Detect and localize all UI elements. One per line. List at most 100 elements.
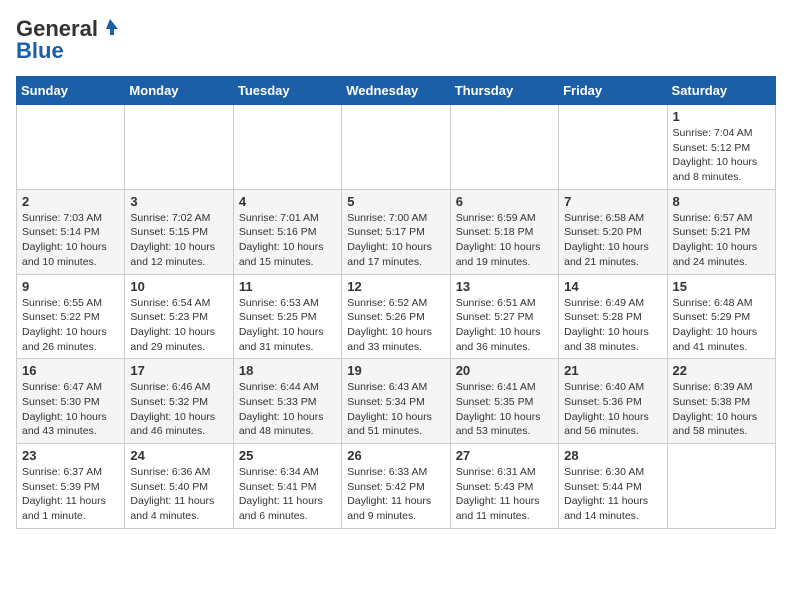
- day-info: Sunrise: 7:00 AM Sunset: 5:17 PM Dayligh…: [347, 211, 444, 270]
- day-info: Sunrise: 6:39 AM Sunset: 5:38 PM Dayligh…: [673, 380, 770, 439]
- day-info: Sunrise: 6:51 AM Sunset: 5:27 PM Dayligh…: [456, 296, 553, 355]
- calendar-header-tuesday: Tuesday: [233, 77, 341, 105]
- day-number: 10: [130, 279, 227, 294]
- calendar-cell: [450, 105, 558, 190]
- calendar-cell: 8Sunrise: 6:57 AM Sunset: 5:21 PM Daylig…: [667, 189, 775, 274]
- day-info: Sunrise: 6:47 AM Sunset: 5:30 PM Dayligh…: [22, 380, 119, 439]
- day-info: Sunrise: 6:53 AM Sunset: 5:25 PM Dayligh…: [239, 296, 336, 355]
- calendar-header-row: SundayMondayTuesdayWednesdayThursdayFrid…: [17, 77, 776, 105]
- calendar-cell: 5 Sunrise: 7:00 AM Sunset: 5:17 PM Daylig…: [342, 189, 450, 274]
- day-number: 5: [347, 194, 444, 209]
- calendar-cell: [233, 105, 341, 190]
- calendar-cell: 6 Sunrise: 6:59 AM Sunset: 5:18 PM Daylig…: [450, 189, 558, 274]
- day-number: 15: [673, 279, 770, 294]
- day-info: Sunrise: 6:58 AM Sunset: 5:20 PM Dayligh…: [564, 211, 661, 270]
- day-number: 28: [564, 448, 661, 463]
- day-number: 8: [673, 194, 770, 209]
- calendar-cell: 21 Sunrise: 6:40 AM Sunset: 5:36 PM Dayli…: [559, 359, 667, 444]
- day-info: Sunrise: 7:01 AM Sunset: 5:16 PM Dayligh…: [239, 211, 336, 270]
- day-info: Sunrise: 7:04 AM Sunset: 5:12 PM Dayligh…: [673, 126, 770, 185]
- day-number: 16: [22, 363, 119, 378]
- day-info: Sunrise: 6:46 AM Sunset: 5:32 PM Dayligh…: [130, 380, 227, 439]
- calendar-header-wednesday: Wednesday: [342, 77, 450, 105]
- calendar-cell: 18 Sunrise: 6:44 AM Sunset: 5:33 PM Dayli…: [233, 359, 341, 444]
- day-number: 14: [564, 279, 661, 294]
- day-info: Sunrise: 7:02 AM Sunset: 5:15 PM Dayligh…: [130, 211, 227, 270]
- calendar-cell: 12Sunrise: 6:52 AM Sunset: 5:26 PM Dayli…: [342, 274, 450, 359]
- logo: General Blue: [16, 16, 120, 64]
- calendar-cell: 23 Sunrise: 6:37 AM Sunset: 5:39 PM Dayli…: [17, 444, 125, 529]
- calendar-cell: 11 Sunrise: 6:53 AM Sunset: 5:25 PM Dayli…: [233, 274, 341, 359]
- logo-blue-text: Blue: [16, 38, 64, 64]
- calendar-table: SundayMondayTuesdayWednesdayThursdayFrid…: [16, 76, 776, 529]
- day-number: 2: [22, 194, 119, 209]
- calendar-cell: [17, 105, 125, 190]
- day-info: Sunrise: 6:40 AM Sunset: 5:36 PM Dayligh…: [564, 380, 661, 439]
- calendar-cell: 20 Sunrise: 6:41 AM Sunset: 5:35 PM Dayli…: [450, 359, 558, 444]
- calendar-cell: 24 Sunrise: 6:36 AM Sunset: 5:40 PM Dayli…: [125, 444, 233, 529]
- calendar-cell: 15 Sunrise: 6:48 AM Sunset: 5:29 PM Dayli…: [667, 274, 775, 359]
- calendar-cell: 3 Sunrise: 7:02 AM Sunset: 5:15 PM Daylig…: [125, 189, 233, 274]
- day-info: Sunrise: 6:44 AM Sunset: 5:33 PM Dayligh…: [239, 380, 336, 439]
- calendar-cell: 14 Sunrise: 6:49 AM Sunset: 5:28 PM Dayli…: [559, 274, 667, 359]
- day-info: Sunrise: 6:48 AM Sunset: 5:29 PM Dayligh…: [673, 296, 770, 355]
- calendar-cell: 27 Sunrise: 6:31 AM Sunset: 5:43 PM Dayli…: [450, 444, 558, 529]
- day-number: 25: [239, 448, 336, 463]
- day-number: 26: [347, 448, 444, 463]
- calendar-cell: 19 Sunrise: 6:43 AM Sunset: 5:34 PM Dayli…: [342, 359, 450, 444]
- calendar-cell: [559, 105, 667, 190]
- day-info: Sunrise: 6:37 AM Sunset: 5:39 PM Dayligh…: [22, 465, 119, 524]
- calendar-cell: 25 Sunrise: 6:34 AM Sunset: 5:41 PM Dayli…: [233, 444, 341, 529]
- page-header: General Blue: [16, 16, 776, 64]
- day-info: Sunrise: 6:31 AM Sunset: 5:43 PM Dayligh…: [456, 465, 553, 524]
- day-info: Sunrise: 6:36 AM Sunset: 5:40 PM Dayligh…: [130, 465, 227, 524]
- day-number: 27: [456, 448, 553, 463]
- day-info: Sunrise: 6:43 AM Sunset: 5:34 PM Dayligh…: [347, 380, 444, 439]
- day-info: Sunrise: 6:55 AM Sunset: 5:22 PM Dayligh…: [22, 296, 119, 355]
- calendar-cell: 22 Sunrise: 6:39 AM Sunset: 5:38 PM Dayli…: [667, 359, 775, 444]
- day-number: 17: [130, 363, 227, 378]
- day-number: 6: [456, 194, 553, 209]
- calendar-week-row: 1 Sunrise: 7:04 AM Sunset: 5:12 PM Daylig…: [17, 105, 776, 190]
- calendar-header-thursday: Thursday: [450, 77, 558, 105]
- calendar-cell: 13 Sunrise: 6:51 AM Sunset: 5:27 PM Dayli…: [450, 274, 558, 359]
- day-number: 7: [564, 194, 661, 209]
- day-number: 21: [564, 363, 661, 378]
- calendar-header-friday: Friday: [559, 77, 667, 105]
- day-number: 4: [239, 194, 336, 209]
- day-number: 24: [130, 448, 227, 463]
- day-number: 1: [673, 109, 770, 124]
- day-number: 9: [22, 279, 119, 294]
- day-info: Sunrise: 6:59 AM Sunset: 5:18 PM Dayligh…: [456, 211, 553, 270]
- day-number: 3: [130, 194, 227, 209]
- calendar-header-monday: Monday: [125, 77, 233, 105]
- logo-icon: [100, 17, 120, 37]
- calendar-cell: [342, 105, 450, 190]
- day-info: Sunrise: 6:33 AM Sunset: 5:42 PM Dayligh…: [347, 465, 444, 524]
- calendar-cell: 7 Sunrise: 6:58 AM Sunset: 5:20 PM Daylig…: [559, 189, 667, 274]
- day-number: 22: [673, 363, 770, 378]
- calendar-cell: [667, 444, 775, 529]
- day-info: Sunrise: 6:52 AM Sunset: 5:26 PM Dayligh…: [347, 296, 444, 355]
- day-number: 19: [347, 363, 444, 378]
- day-number: 20: [456, 363, 553, 378]
- day-number: 23: [22, 448, 119, 463]
- day-number: 13: [456, 279, 553, 294]
- calendar-cell: 4 Sunrise: 7:01 AM Sunset: 5:16 PM Daylig…: [233, 189, 341, 274]
- day-info: Sunrise: 6:34 AM Sunset: 5:41 PM Dayligh…: [239, 465, 336, 524]
- calendar-cell: 17 Sunrise: 6:46 AM Sunset: 5:32 PM Dayli…: [125, 359, 233, 444]
- day-number: 11: [239, 279, 336, 294]
- day-number: 18: [239, 363, 336, 378]
- calendar-header-sunday: Sunday: [17, 77, 125, 105]
- day-info: Sunrise: 6:30 AM Sunset: 5:44 PM Dayligh…: [564, 465, 661, 524]
- calendar-cell: 2 Sunrise: 7:03 AM Sunset: 5:14 PM Daylig…: [17, 189, 125, 274]
- calendar-week-row: 9 Sunrise: 6:55 AM Sunset: 5:22 PM Daylig…: [17, 274, 776, 359]
- calendar-cell: 16 Sunrise: 6:47 AM Sunset: 5:30 PM Dayli…: [17, 359, 125, 444]
- calendar-cell: [125, 105, 233, 190]
- calendar-header-saturday: Saturday: [667, 77, 775, 105]
- day-info: Sunrise: 6:49 AM Sunset: 5:28 PM Dayligh…: [564, 296, 661, 355]
- calendar-cell: 9 Sunrise: 6:55 AM Sunset: 5:22 PM Daylig…: [17, 274, 125, 359]
- day-info: Sunrise: 6:41 AM Sunset: 5:35 PM Dayligh…: [456, 380, 553, 439]
- calendar-cell: 10Sunrise: 6:54 AM Sunset: 5:23 PM Dayli…: [125, 274, 233, 359]
- day-info: Sunrise: 7:03 AM Sunset: 5:14 PM Dayligh…: [22, 211, 119, 270]
